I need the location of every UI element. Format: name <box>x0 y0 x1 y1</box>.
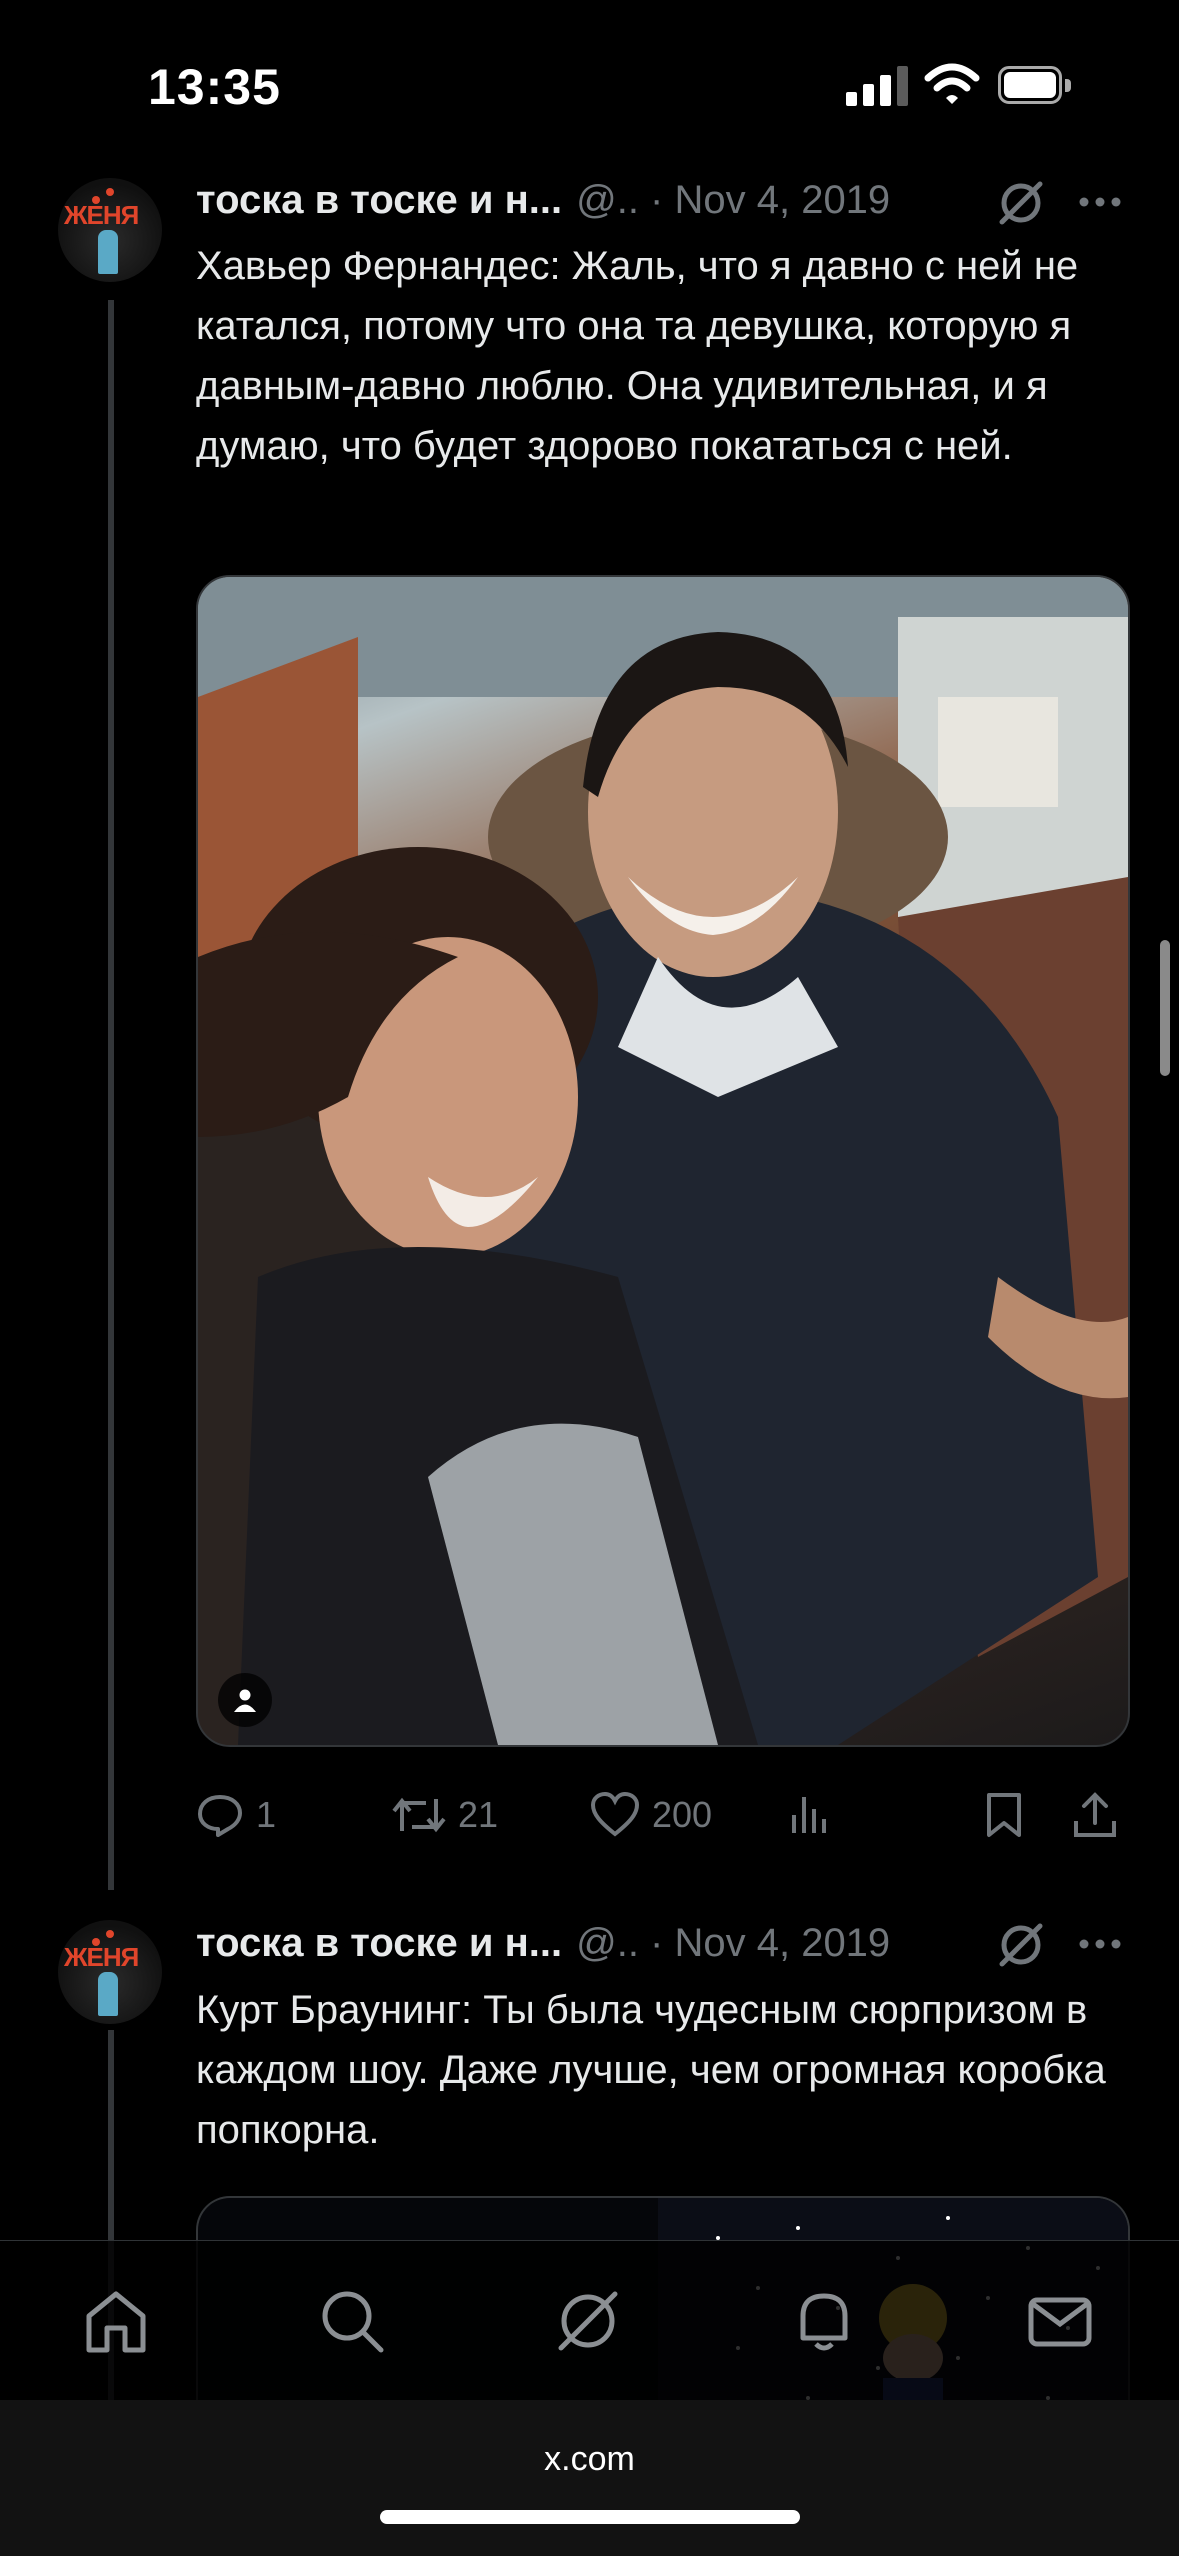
tweet-header: тоска в тоске и н... @.. · Nov 4, 2019 <box>196 1913 890 1973</box>
tweet-actions: 1 21 200 <box>196 1780 1126 1850</box>
nav-grok[interactable] <box>548 2281 628 2361</box>
bottom-nav <box>0 2240 1179 2401</box>
share-button[interactable] <box>1072 1780 1118 1850</box>
scrollbar[interactable] <box>1160 940 1170 1076</box>
reply-count: 1 <box>256 1794 277 1835</box>
grok-icon <box>558 2291 618 2351</box>
reply-button[interactable]: 1 <box>196 1780 276 1850</box>
like-button[interactable]: 200 <box>590 1780 712 1850</box>
avatar[interactable]: ЖЕНЯ <box>58 1920 162 2024</box>
tweet-photo[interactable] <box>196 575 1130 1747</box>
battery-icon <box>998 66 1074 106</box>
messages-icon <box>1028 2297 1092 2347</box>
user-tag-button[interactable] <box>218 1673 272 1727</box>
bookmark-button[interactable] <box>984 1780 1024 1850</box>
search-icon <box>322 2291 384 2353</box>
nav-search[interactable] <box>312 2281 392 2361</box>
tweet-meta[interactable]: @.. · Nov 4, 2019 <box>576 1921 890 1966</box>
wifi-icon <box>924 63 980 104</box>
home-icon <box>86 2291 146 2353</box>
like-icon <box>590 1792 640 1837</box>
more-icon[interactable] <box>1076 1932 1124 1956</box>
avatar-logo-text: ЖЕНЯ <box>64 1942 139 1972</box>
share-icon <box>1074 1792 1116 1837</box>
signal-icon <box>846 66 910 106</box>
tweet-meta[interactable]: @.. · Nov 4, 2019 <box>576 178 890 223</box>
nav-notifications[interactable] <box>784 2281 864 2361</box>
user-tag-icon <box>234 1689 256 1712</box>
thread-line <box>108 300 114 1890</box>
tweet-text: Хавьер Фернандес: Жаль, что я давно с не… <box>196 244 1079 468</box>
avatar-logo-text: ЖЕНЯ <box>64 200 139 230</box>
grok-icon[interactable] <box>996 178 1046 228</box>
nav-messages[interactable] <box>1020 2281 1100 2361</box>
url-text: x.com <box>544 2440 635 2478</box>
avatar[interactable]: ЖЕНЯ <box>58 178 162 282</box>
status-time: 13:35 <box>148 59 281 115</box>
tweet-header: тоска в тоске и н... @.. · Nov 4, 2019 <box>196 170 890 230</box>
repost-icon <box>392 1797 446 1833</box>
author-name[interactable]: тоска в тоске и н... <box>196 1921 562 1966</box>
author-name[interactable]: тоска в тоске и н... <box>196 178 562 223</box>
browser-url-bar[interactable]: x.com <box>0 2400 1179 2556</box>
grok-icon[interactable] <box>996 1920 1046 1970</box>
home-indicator[interactable] <box>380 2510 800 2524</box>
like-count: 200 <box>652 1794 713 1835</box>
views-icon <box>792 1797 826 1833</box>
more-icon[interactable] <box>1076 190 1124 214</box>
photo-illustration <box>198 577 1128 1745</box>
bookmark-icon <box>987 1793 1021 1837</box>
views-button[interactable] <box>788 1780 832 1850</box>
repost-button[interactable]: 21 <box>392 1780 498 1850</box>
notifications-icon <box>800 2293 848 2351</box>
reply-icon <box>198 1795 242 1837</box>
tweet-text: Курт Браунинг: Ты была чудесным сюрпризо… <box>196 1988 1106 2152</box>
repost-count: 21 <box>458 1794 499 1835</box>
nav-home[interactable] <box>76 2281 156 2361</box>
